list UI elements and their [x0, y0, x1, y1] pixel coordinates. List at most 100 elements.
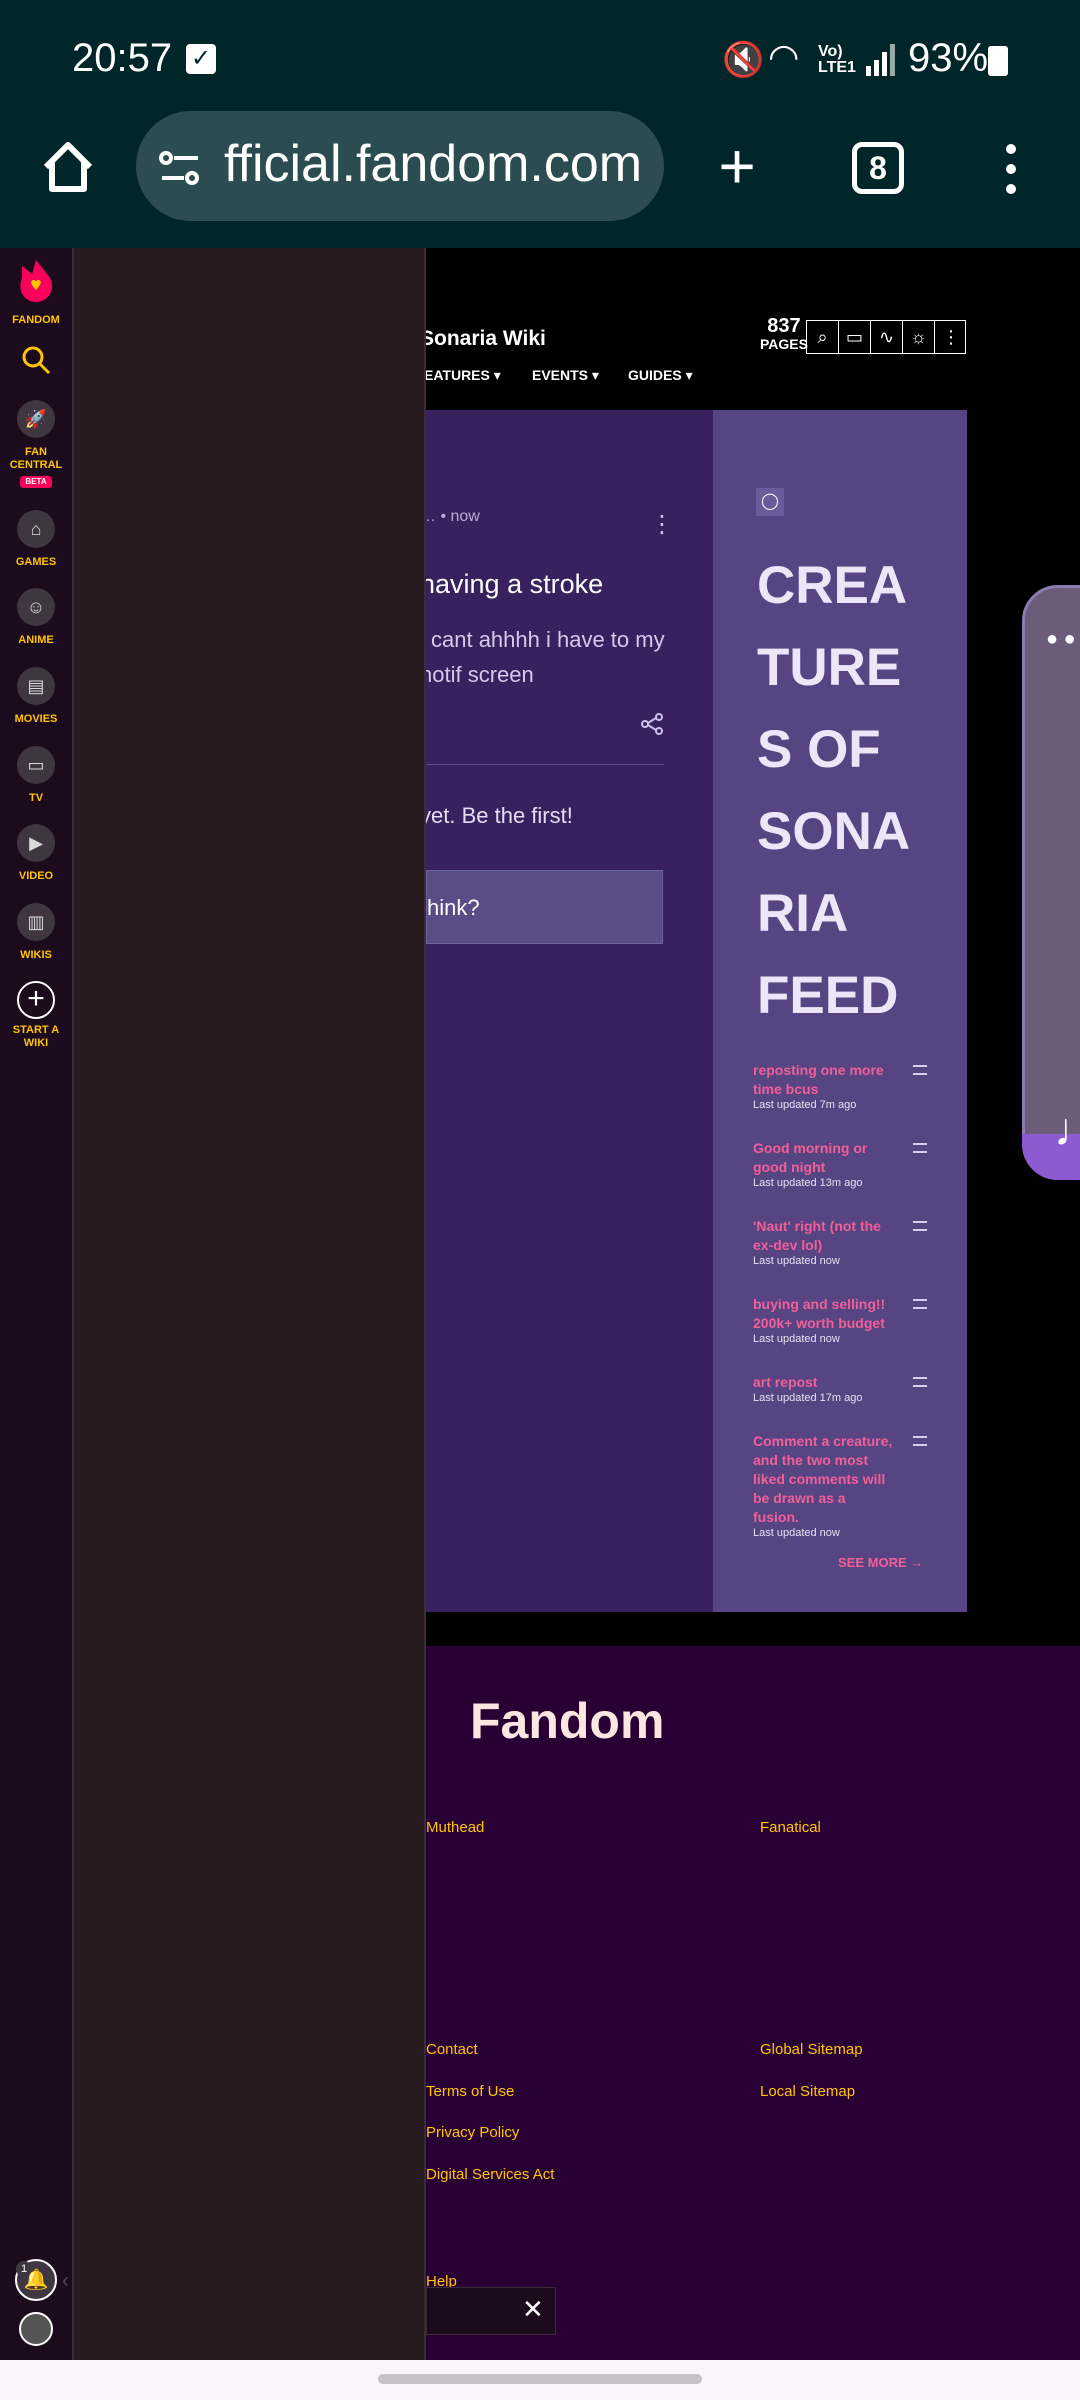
- more-options-icon[interactable]: ⋮: [935, 321, 967, 353]
- feed-item-title[interactable]: Comment a creature, and the two most lik…: [753, 1432, 893, 1527]
- pages-count-label: PAGES: [760, 336, 808, 352]
- feed-item-title[interactable]: Good morning or good night: [753, 1139, 893, 1177]
- tv-icon[interactable]: ▭: [17, 746, 55, 784]
- rail-label-fan-central[interactable]: FAN CENTRAL: [0, 446, 72, 472]
- widget-dots-icon: ● ●: [1046, 628, 1076, 650]
- music-note-icon: ♩: [1054, 1103, 1080, 1155]
- see-more-link[interactable]: SEE MORE →: [838, 1555, 923, 1570]
- list-icon: [913, 1143, 927, 1153]
- footer-link-global-sitemap[interactable]: Global Sitemap: [760, 2041, 863, 2058]
- list-icon: [913, 1221, 927, 1231]
- rail-label-wikis[interactable]: WIKIS: [0, 949, 72, 961]
- list-icon: [913, 1436, 927, 1446]
- lte-signal-icon: Vo) LTE1: [818, 43, 856, 76]
- floating-widget[interactable]: [1022, 585, 1080, 1180]
- close-icon[interactable]: ✕: [522, 2294, 544, 2325]
- feed-item[interactable]: art repost Last updated 17m ago: [753, 1373, 893, 1404]
- share-icon[interactable]: [640, 712, 664, 736]
- play-icon[interactable]: ▶: [17, 824, 55, 862]
- no-replies-text: yet. Be the first!: [420, 803, 573, 828]
- footer-link-fanatical[interactable]: Fanatical: [760, 1819, 821, 1836]
- mute-icon: 🔇: [722, 41, 765, 79]
- notification-count-badge: 1: [16, 2261, 32, 2277]
- wiki-title[interactable]: Sonaria Wiki: [420, 327, 546, 351]
- footer-link-dsa[interactable]: Digital Services Act: [426, 2166, 554, 2183]
- feed-item-time: Last updated now: [753, 1527, 840, 1539]
- rail-label-start-wiki[interactable]: START A WIKI: [0, 1024, 72, 1050]
- tab-switcher-button[interactable]: 8: [852, 142, 904, 194]
- list-icon: [913, 1065, 927, 1075]
- post-more-icon[interactable]: ⋮: [650, 510, 674, 539]
- beta-badge: BETA: [20, 476, 52, 488]
- fandom-logo[interactable]: Fandom: [470, 1692, 664, 1750]
- feed-item[interactable]: Comment a creature, and the two most lik…: [753, 1432, 893, 1539]
- status-time: 20:57: [72, 36, 173, 80]
- feed-item-title[interactable]: 'Naut' right (not the ex-dev lol): [753, 1217, 893, 1255]
- battery-percent: 93%: [908, 36, 989, 80]
- home-indicator[interactable]: [378, 2374, 702, 2384]
- feed-title: CREA TURE S OF SONA RIA FEED: [757, 556, 911, 1025]
- feed-item[interactable]: 'Naut' right (not the ex-dev lol) Last u…: [753, 1217, 893, 1267]
- feed-item-time: Last updated now: [753, 1333, 840, 1345]
- post-title[interactable]: having a stroke: [420, 569, 603, 600]
- search-icon[interactable]: ⌕: [807, 321, 839, 353]
- home-icon[interactable]: [38, 137, 98, 197]
- clapper-icon[interactable]: ▤: [17, 667, 55, 705]
- cell-signal-icon: [866, 44, 896, 76]
- feed-item-title[interactable]: reposting one more time bcus: [753, 1061, 893, 1099]
- menu-kebab-icon[interactable]: [1004, 144, 1018, 196]
- rail-label-anime[interactable]: ANIME: [0, 634, 72, 646]
- feed-item-time: Last updated now: [753, 1255, 840, 1267]
- footer-link-muthead[interactable]: Muthead: [426, 1819, 484, 1836]
- rail-label-movies[interactable]: MOVIES: [0, 713, 72, 725]
- reply-input[interactable]: hink?: [426, 870, 663, 944]
- reply-placeholder: hink?: [427, 895, 480, 920]
- rail-label-tv[interactable]: TV: [0, 792, 72, 804]
- search-icon[interactable]: [20, 344, 52, 376]
- avatar[interactable]: [19, 2312, 53, 2346]
- url-text[interactable]: fficial.fandom.com: [224, 134, 642, 194]
- rail-label-fandom[interactable]: FANDOM: [0, 314, 72, 326]
- rail-label-video[interactable]: VIDEO: [0, 870, 72, 882]
- feed-item[interactable]: reposting one more time bcus Last update…: [753, 1061, 893, 1111]
- nav-item-guides[interactable]: GUIDES ▾: [628, 367, 693, 384]
- site-settings-icon[interactable]: [158, 148, 202, 188]
- wiki-tools: ⌕ ▭ ∿ ☼ ⋮: [806, 320, 966, 354]
- side-drawer: [72, 248, 426, 2360]
- feed-item[interactable]: Good morning or good night Last updated …: [753, 1139, 893, 1189]
- post-body: i cant ahhhh i have to my notif screen: [420, 627, 665, 687]
- footer-link-privacy[interactable]: Privacy Policy: [426, 2124, 519, 2141]
- divider: [420, 764, 664, 765]
- battery-icon: [988, 46, 1008, 76]
- pages-count: 837 PAGES: [760, 315, 808, 353]
- gamepad-icon[interactable]: ⌂: [17, 510, 55, 548]
- feed-item-title[interactable]: art repost: [753, 1373, 893, 1392]
- wifi-icon: ◠: [768, 36, 800, 77]
- book-icon[interactable]: ▭: [839, 321, 871, 353]
- list-icon: [913, 1377, 927, 1387]
- feed-item-time: Last updated 13m ago: [753, 1177, 863, 1189]
- checkbox-notification-icon: ✓: [186, 44, 216, 74]
- footer-link-local-sitemap[interactable]: Local Sitemap: [760, 2083, 855, 2100]
- feed-item-time: Last updated 7m ago: [753, 1099, 857, 1111]
- chevron-left-icon[interactable]: ‹: [62, 2270, 69, 2293]
- footer-link-terms[interactable]: Terms of Use: [426, 2083, 514, 2100]
- activity-icon[interactable]: ∿: [871, 321, 903, 353]
- anime-face-icon[interactable]: ☺: [17, 588, 55, 626]
- theme-sun-icon[interactable]: ☼: [903, 321, 935, 353]
- feed-item[interactable]: buying and selling!! 200k+ worth budget …: [753, 1295, 893, 1345]
- pages-count-number: 837: [767, 315, 801, 337]
- rail-label-games[interactable]: GAMES: [0, 556, 72, 568]
- nav-item-creatures[interactable]: EATURES ▾: [424, 367, 501, 384]
- book-icon[interactable]: ▥: [17, 903, 55, 941]
- new-tab-icon[interactable]: +: [712, 134, 762, 198]
- fandom-flame-icon[interactable]: [18, 256, 54, 306]
- footer-link-contact[interactable]: Contact: [426, 2041, 478, 2058]
- feed-item-time: Last updated 17m ago: [753, 1392, 863, 1404]
- list-icon: [913, 1299, 927, 1309]
- rocket-icon[interactable]: 🚀: [17, 400, 55, 438]
- nav-item-events[interactable]: EVENTS ▾: [532, 367, 599, 384]
- feed-item-title[interactable]: buying and selling!! 200k+ worth budget: [753, 1295, 893, 1333]
- plus-circle-icon[interactable]: +: [17, 981, 55, 1019]
- comment-bubble-icon: ◯: [756, 488, 784, 516]
